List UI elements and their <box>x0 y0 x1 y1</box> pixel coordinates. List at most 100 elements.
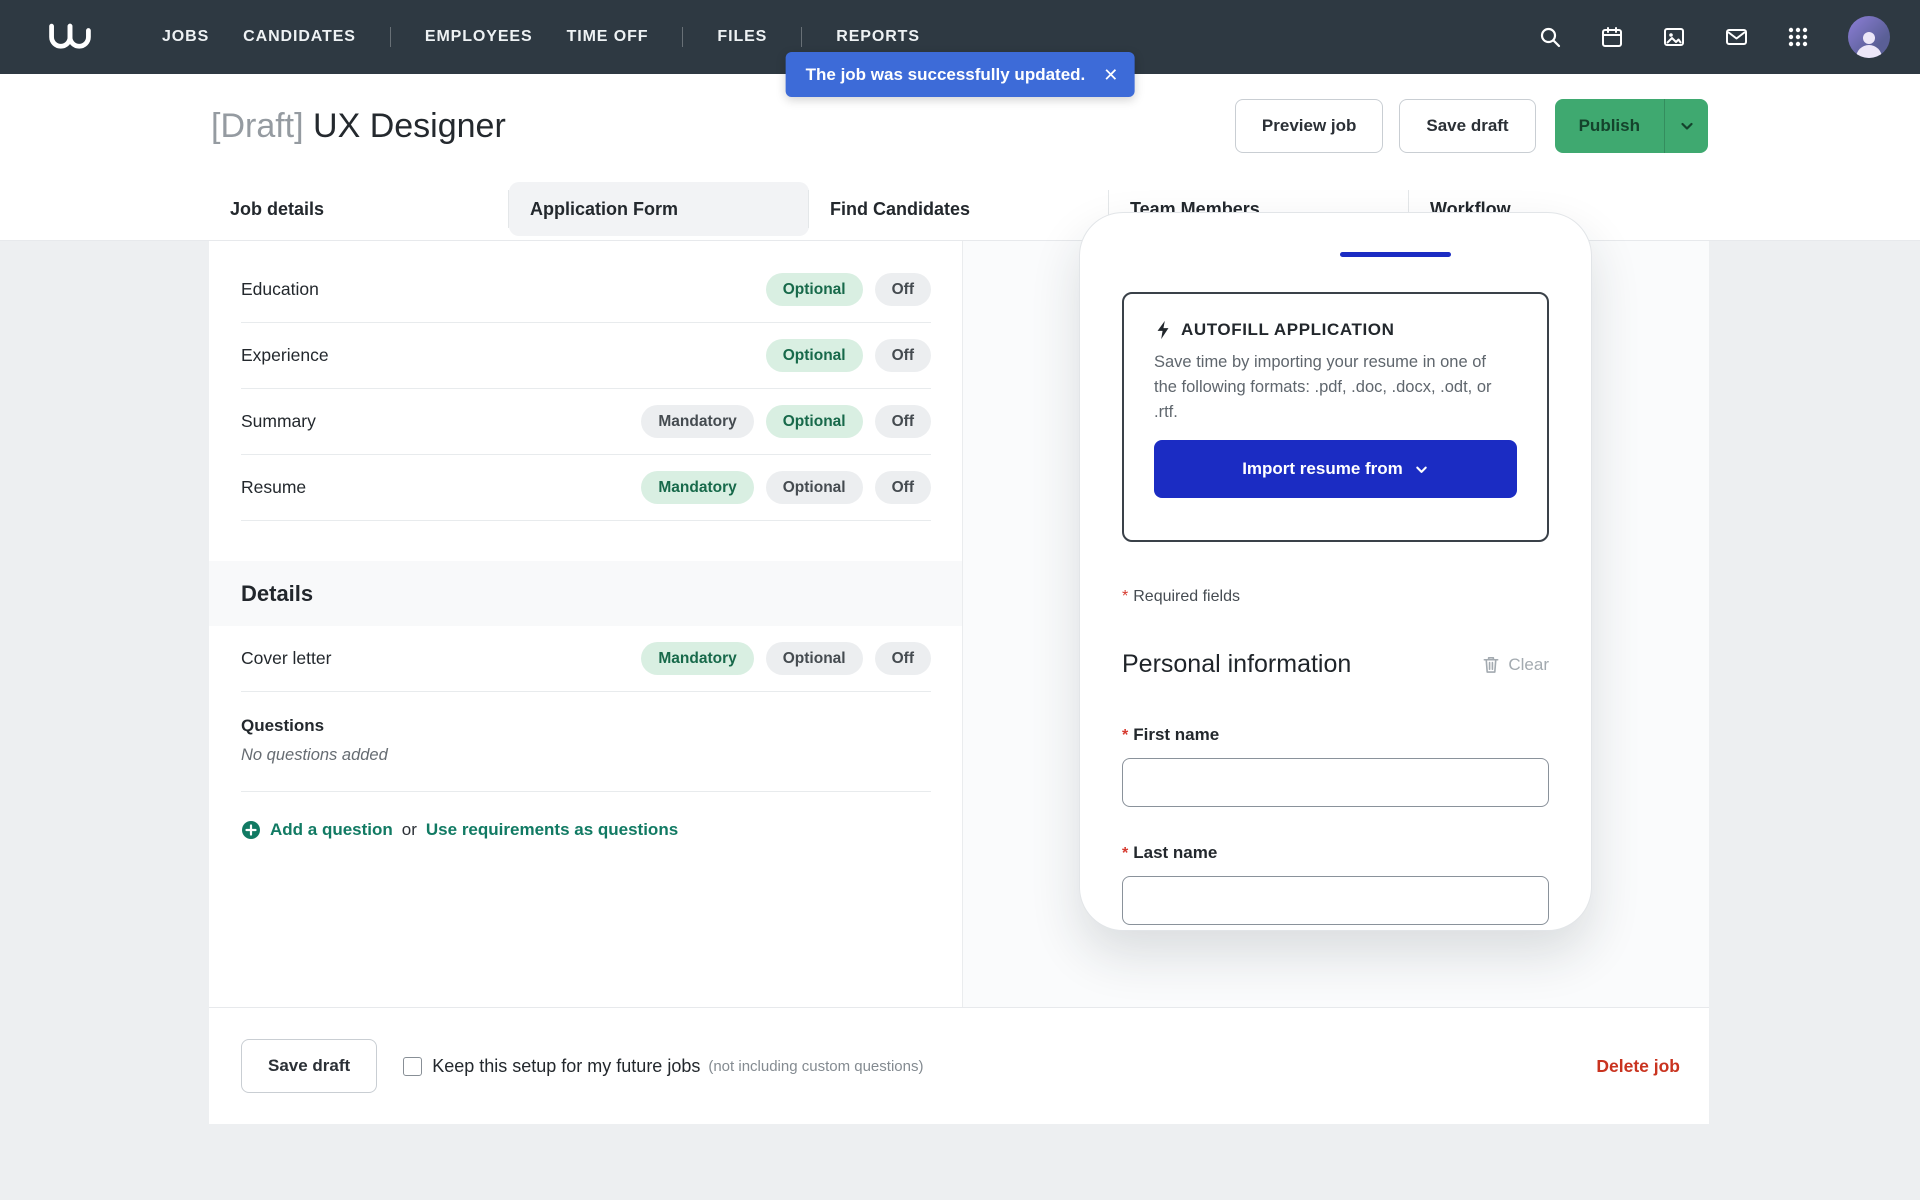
form-row-experience: Experience Optional Off <box>241 323 931 389</box>
autofill-description: Save time by importing your resume in on… <box>1154 350 1499 425</box>
tab-label: Find Candidates <box>830 199 970 220</box>
conjunction-text: or <box>402 820 417 840</box>
nav-item-files[interactable]: FILES <box>717 28 767 46</box>
import-resume-button[interactable]: Import resume from <box>1154 440 1517 498</box>
form-settings-panel: Education Optional Off Experience Option… <box>209 241 962 1007</box>
apps-grid-icon[interactable] <box>1786 24 1812 50</box>
option-off[interactable]: Off <box>875 642 931 675</box>
required-fields-note: *Required fields <box>1122 588 1549 606</box>
header-actions: Preview job Save draft Publish <box>1235 99 1708 153</box>
option-off[interactable]: Off <box>875 339 931 372</box>
row-options: Optional Off <box>766 339 931 372</box>
phone-mockup: AUTOFILL APPLICATION Save time by import… <box>1079 212 1592 931</box>
logo-mark <box>44 20 96 54</box>
option-optional[interactable]: Optional <box>766 471 863 504</box>
use-requirements-link[interactable]: Use requirements as questions <box>426 820 678 840</box>
preview-job-button[interactable]: Preview job <box>1235 99 1383 153</box>
draft-prefix: [Draft] <box>211 107 304 145</box>
tab-label: Job details <box>230 199 324 220</box>
clear-section-button[interactable]: Clear <box>1482 655 1549 675</box>
person-silhouette-icon <box>1852 28 1886 58</box>
option-mandatory[interactable]: Mandatory <box>641 405 753 438</box>
option-optional[interactable]: Optional <box>766 405 863 438</box>
row-label: Experience <box>241 345 329 366</box>
form-row-cover-letter: Cover letter Mandatory Optional Off <box>241 626 931 692</box>
option-off[interactable]: Off <box>875 273 931 306</box>
questions-section: Questions No questions added <box>241 692 931 792</box>
nav-item-candidates[interactable]: CANDIDATES <box>243 28 356 46</box>
image-icon[interactable] <box>1662 24 1688 50</box>
option-mandatory[interactable]: Mandatory <box>641 642 753 675</box>
row-label: Education <box>241 279 319 300</box>
import-resume-label: Import resume from <box>1242 459 1403 479</box>
required-asterisk: * <box>1122 845 1128 862</box>
row-label: Cover letter <box>241 648 331 669</box>
row-options: Mandatory Optional Off <box>641 405 931 438</box>
details-heading: Details <box>241 581 313 607</box>
chevron-down-icon <box>1679 118 1695 134</box>
nav-item-jobs[interactable]: JOBS <box>162 28 209 46</box>
autofill-box: AUTOFILL APPLICATION Save time by import… <box>1122 292 1549 542</box>
save-draft-button-footer[interactable]: Save draft <box>241 1039 377 1093</box>
toast-close-icon[interactable]: ✕ <box>1103 66 1118 84</box>
tab-label: Application Form <box>530 199 678 220</box>
publish-dropdown-button[interactable] <box>1664 99 1708 153</box>
last-name-label-text: Last name <box>1133 843 1217 862</box>
form-row-summary: Summary Mandatory Optional Off <box>241 389 931 455</box>
tab-find-candidates[interactable]: Find Candidates <box>809 182 1109 236</box>
personal-information-header: Personal information Clear <box>1122 650 1549 679</box>
keep-setup-note: (not including custom questions) <box>708 1058 923 1075</box>
chevron-down-icon <box>1414 462 1429 477</box>
required-asterisk: * <box>1122 727 1128 744</box>
mail-icon[interactable] <box>1724 24 1750 50</box>
nav-item-reports[interactable]: REPORTS <box>836 28 920 46</box>
personal-information-title: Personal information <box>1122 650 1351 679</box>
search-icon[interactable] <box>1538 24 1564 50</box>
form-footer-bar: Save draft Keep this setup for my future… <box>209 1007 1709 1124</box>
option-optional[interactable]: Optional <box>766 339 863 372</box>
first-name-label: *First name <box>1122 725 1549 745</box>
nav-separator <box>682 27 683 47</box>
autofill-header: AUTOFILL APPLICATION <box>1154 320 1517 340</box>
success-toast: The job was successfully updated. ✕ <box>786 52 1135 97</box>
nav-utilities <box>1538 16 1890 58</box>
content-row: Education Optional Off Experience Option… <box>209 241 1709 1007</box>
tab-job-details[interactable]: Job details <box>209 182 509 236</box>
calendar-icon[interactable] <box>1600 24 1626 50</box>
questions-empty-text: No questions added <box>241 746 931 765</box>
keep-setup-checkbox[interactable] <box>403 1057 422 1076</box>
save-draft-button-header[interactable]: Save draft <box>1399 99 1535 153</box>
first-name-input[interactable] <box>1122 758 1549 807</box>
last-name-label: * Last name <box>1122 843 1549 863</box>
row-options: Mandatory Optional Off <box>641 471 931 504</box>
delete-job-link[interactable]: Delete job <box>1596 1056 1680 1077</box>
publish-button[interactable]: Publish <box>1555 99 1664 153</box>
user-avatar[interactable] <box>1848 16 1890 58</box>
option-optional[interactable]: Optional <box>766 273 863 306</box>
nav-menu: JOBS CANDIDATES EMPLOYEES TIME OFF FILES… <box>162 27 920 47</box>
nav-item-employees[interactable]: EMPLOYEES <box>425 28 533 46</box>
details-section-header: Details <box>209 561 962 626</box>
question-actions: Add a question or Use requirements as qu… <box>241 820 931 840</box>
workable-logo[interactable] <box>44 20 96 54</box>
clear-label: Clear <box>1508 655 1549 675</box>
keep-setup-checkbox-wrap: Keep this setup for my future jobs (not … <box>403 1056 923 1077</box>
form-row-education: Education Optional Off <box>241 257 931 323</box>
add-question-link[interactable]: Add a question <box>270 820 393 840</box>
nav-separator <box>801 27 802 47</box>
form-row-resume: Resume Mandatory Optional Off <box>241 455 931 521</box>
tab-application-form[interactable]: Application Form <box>509 182 809 236</box>
last-name-input[interactable] <box>1122 876 1549 925</box>
option-mandatory[interactable]: Mandatory <box>641 471 753 504</box>
add-circle-icon[interactable] <box>241 820 261 840</box>
application-preview-pane: AUTOFILL APPLICATION Save time by import… <box>962 241 1709 1007</box>
option-optional[interactable]: Optional <box>766 642 863 675</box>
keep-setup-label: Keep this setup for my future jobs <box>432 1056 700 1077</box>
publish-split-button: Publish <box>1555 99 1708 153</box>
nav-item-time-off[interactable]: TIME OFF <box>567 28 649 46</box>
row-options: Optional Off <box>766 273 931 306</box>
option-off[interactable]: Off <box>875 471 931 504</box>
option-off[interactable]: Off <box>875 405 931 438</box>
row-label: Resume <box>241 477 306 498</box>
required-asterisk: * <box>1122 588 1128 605</box>
